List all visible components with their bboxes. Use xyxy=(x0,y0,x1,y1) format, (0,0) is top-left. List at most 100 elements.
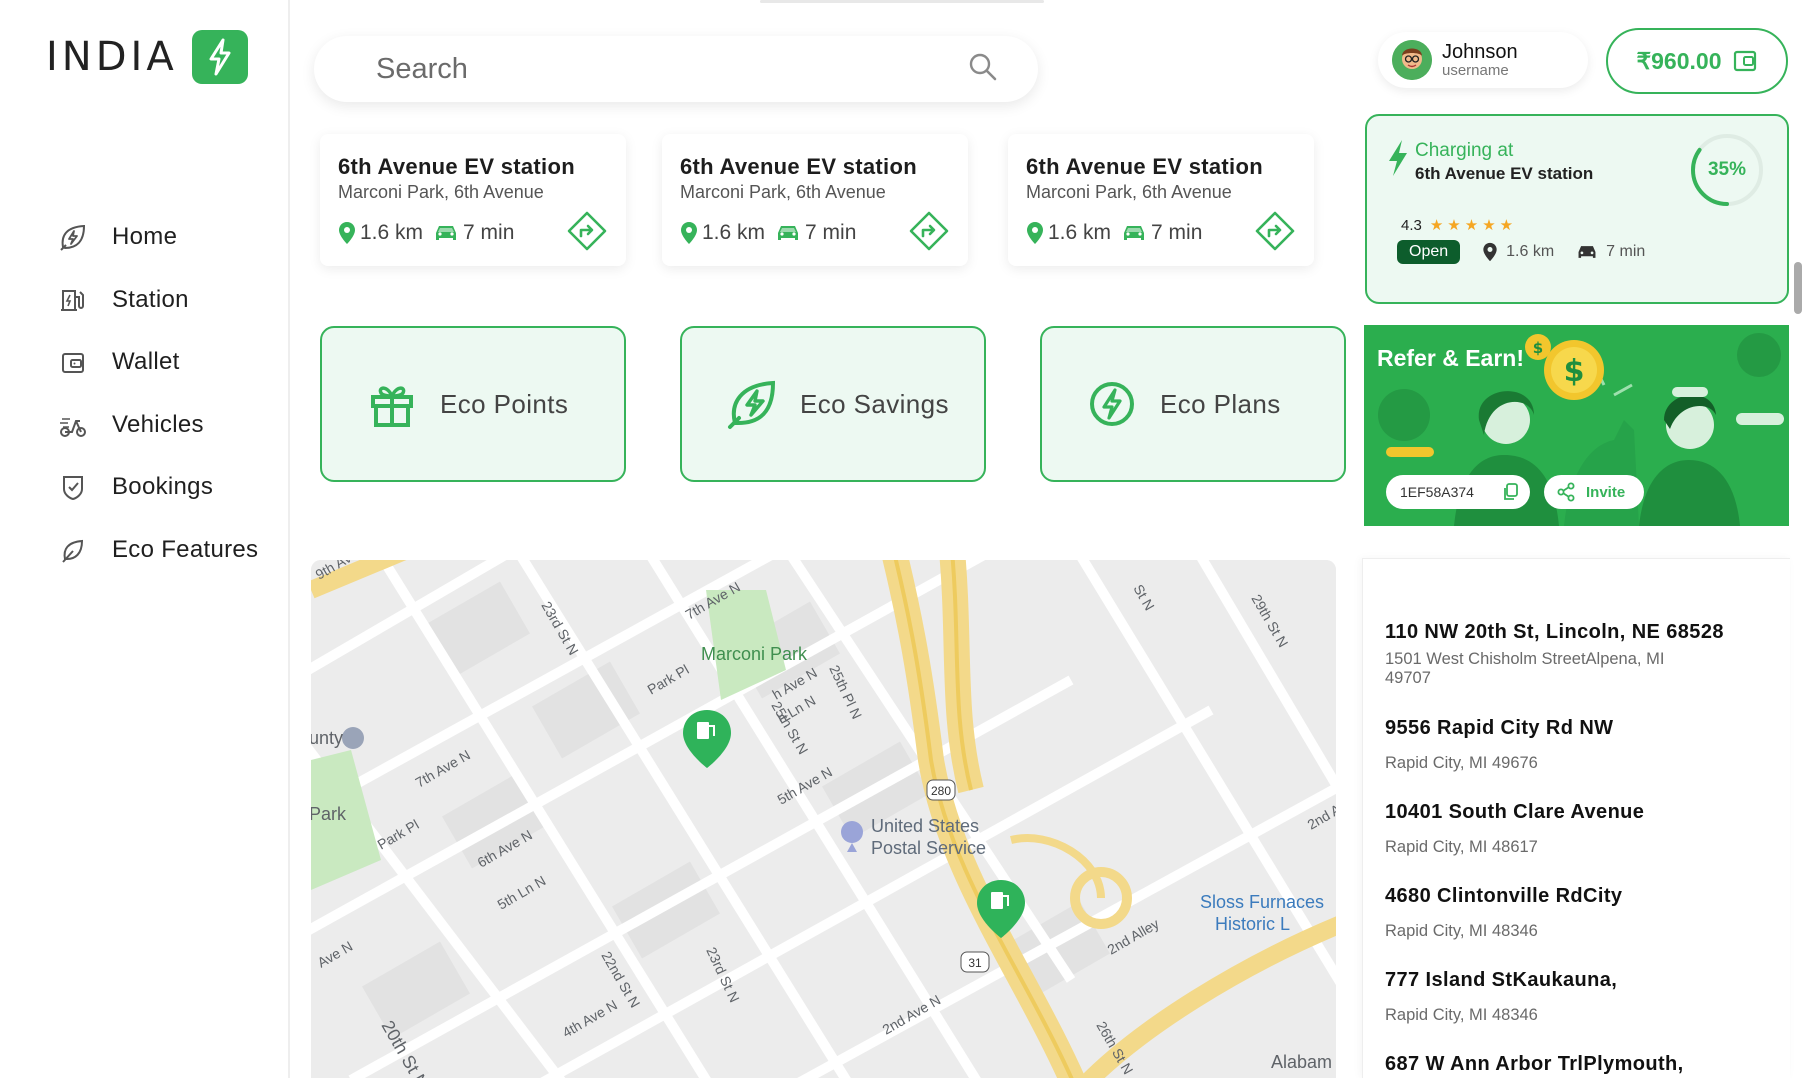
address-title: 777 Island StKaukauna, xyxy=(1385,969,1618,991)
bolt-icon xyxy=(1385,138,1411,183)
sidebar-item-label: Wallet xyxy=(112,348,180,376)
wallet-icon xyxy=(56,345,90,379)
home-leaf-bolt-icon xyxy=(56,220,90,254)
station-card[interactable]: 6th Avenue EV station Marconi Park, 6th … xyxy=(320,134,626,266)
logo-bolt-icon xyxy=(191,30,248,84)
charging-distance: 1.6 km xyxy=(1506,243,1555,260)
search-bar xyxy=(314,36,1038,102)
address-title: 4680 Clintonville RdCity xyxy=(1385,885,1623,907)
eco-tile-label: Eco Points xyxy=(440,388,569,419)
logo-text: INDIA xyxy=(46,34,178,80)
car-icon xyxy=(433,223,459,243)
location-pin-icon xyxy=(680,221,698,245)
sidebar-item-bookings[interactable]: Bookings xyxy=(56,456,258,519)
list-item[interactable]: 4680 Clintonville RdCity Rapid City, MI … xyxy=(1385,885,1785,941)
station-title: 6th Avenue EV station xyxy=(1026,154,1263,179)
directions-icon[interactable] xyxy=(1254,210,1296,252)
search-input[interactable] xyxy=(376,52,968,86)
location-pin-icon xyxy=(338,221,356,245)
svg-text:$: $ xyxy=(1564,354,1585,389)
directions-icon[interactable] xyxy=(566,210,608,252)
eco-plans-tile[interactable]: Eco Plans xyxy=(1040,326,1346,482)
station-title: 6th Avenue EV station xyxy=(338,154,575,179)
charging-label: Charging at xyxy=(1415,140,1514,161)
svg-text:$: $ xyxy=(1533,339,1543,357)
charging-meta: Open 1.6 km 7 min xyxy=(1397,240,1645,264)
app-root: INDIA Home Station Wallet Vehicles Booki… xyxy=(0,0,1802,1078)
map-label: Marconi Park xyxy=(701,644,808,664)
station-card[interactable]: 6th Avenue EV station Marconi Park, 6th … xyxy=(1008,134,1314,266)
brand-logo[interactable]: INDIA xyxy=(46,30,248,84)
address-title: 687 W Ann Arbor TrlPlymouth, xyxy=(1385,1053,1684,1075)
map-label: Historic L xyxy=(1215,914,1290,934)
charging-status-card[interactable]: Charging at 6th Avenue EV station 35% 4.… xyxy=(1365,114,1789,304)
copy-icon[interactable] xyxy=(1502,483,1518,504)
sidebar-item-label: Station xyxy=(112,285,189,313)
sidebar-item-label: Home xyxy=(112,223,178,251)
list-item[interactable]: 10401 South Clare Avenue Rapid City, MI … xyxy=(1385,801,1785,857)
eco-savings-tile[interactable]: Eco Savings xyxy=(680,326,986,482)
gift-icon xyxy=(364,376,420,432)
charging-percent: 35% xyxy=(1707,159,1747,180)
eco-points-tile[interactable]: Eco Points xyxy=(320,326,626,482)
map-label: Sloss Furnaces xyxy=(1200,892,1324,912)
sidebar-item-eco-features[interactable]: Eco Features xyxy=(56,519,258,582)
wallet-balance-button[interactable]: ₹960.00 xyxy=(1606,28,1788,94)
scrollbar-handle[interactable] xyxy=(1794,262,1802,314)
scooter-icon xyxy=(56,408,90,442)
referral-code: 1EF58A374 xyxy=(1400,484,1474,500)
invite-button[interactable]: Invite xyxy=(1544,475,1644,509)
fuel-station-icon xyxy=(56,283,90,317)
location-pin-icon xyxy=(1026,221,1044,245)
highway-shield-label: 31 xyxy=(968,956,982,970)
address-subtitle: Rapid City, MI 49676 xyxy=(1385,754,1538,772)
user-name: Johnson xyxy=(1442,41,1518,63)
address-subtitle: Rapid City, MI 48346 xyxy=(1385,922,1538,940)
location-pin-icon xyxy=(1482,242,1498,262)
station-card[interactable]: 6th Avenue EV station Marconi Park, 6th … xyxy=(662,134,968,266)
sidebar-item-wallet[interactable]: Wallet xyxy=(56,331,258,394)
charging-time: 7 min xyxy=(1606,243,1646,260)
refer-title: Refer & Earn! xyxy=(1377,345,1524,371)
charging-station-name: 6th Avenue EV station xyxy=(1415,164,1594,183)
sidebar-item-vehicles[interactable]: Vehicles xyxy=(56,394,258,457)
map-label: Postal Service xyxy=(871,838,986,858)
avatar xyxy=(1392,40,1432,80)
list-item[interactable]: 110 NW 20th St, Lincoln, NE 68528 1501 W… xyxy=(1385,621,1785,688)
list-item[interactable]: 777 Island StKaukauna, Rapid City, MI 48… xyxy=(1385,969,1785,1025)
sidebar-item-label: Eco Features xyxy=(112,535,259,563)
map-label: Alabam xyxy=(1271,1052,1332,1072)
list-item[interactable]: 687 W Ann Arbor TrlPlymouth, xyxy=(1385,1053,1785,1076)
station-address: Marconi Park, 6th Avenue xyxy=(680,182,886,202)
station-address: Marconi Park, 6th Avenue xyxy=(1026,182,1232,202)
invite-label: Invite xyxy=(1586,483,1626,501)
user-subtitle: username xyxy=(1442,62,1509,79)
rating-value: 4.3 xyxy=(1401,216,1422,234)
bolt-circle-icon xyxy=(1084,376,1140,432)
station-time: 7 min xyxy=(463,221,515,244)
station-distance: 1.6 km xyxy=(360,221,424,244)
search-icon[interactable] xyxy=(968,52,998,87)
map-label: unty xyxy=(311,728,343,748)
share-icon xyxy=(1556,482,1576,502)
directions-icon[interactable] xyxy=(908,210,950,252)
car-icon xyxy=(1121,223,1147,243)
map-label: Park xyxy=(311,804,347,824)
address-title: 9556 Rapid City Rd NW xyxy=(1385,717,1614,739)
bookings-shield-icon xyxy=(56,470,90,504)
eco-tile-label: Eco Savings xyxy=(800,388,949,419)
station-distance: 1.6 km xyxy=(1048,221,1112,244)
station-address: Marconi Park, 6th Avenue xyxy=(338,182,544,202)
list-item[interactable]: 9556 Rapid City Rd NW Rapid City, MI 496… xyxy=(1385,717,1785,773)
sidebar-item-station[interactable]: Station xyxy=(56,269,258,332)
map-view[interactable]: Marconi Park United States Postal Servic… xyxy=(311,560,1336,1078)
car-icon xyxy=(1576,243,1598,261)
sidebar-item-home[interactable]: Home xyxy=(56,206,258,269)
user-profile[interactable]: Johnson username xyxy=(1378,32,1588,88)
leaf-bolt-icon xyxy=(724,376,780,432)
map-label: United States xyxy=(871,816,979,836)
referral-code-copy[interactable]: 1EF58A374 xyxy=(1386,475,1530,509)
rating-stars-icon: ★★★★★ xyxy=(1429,217,1518,234)
rating-row: 4.3 ★★★★★ xyxy=(1401,216,1518,235)
address-subtitle: 1501 West Chisholm StreetAlpena, MI 4970… xyxy=(1385,650,1665,687)
